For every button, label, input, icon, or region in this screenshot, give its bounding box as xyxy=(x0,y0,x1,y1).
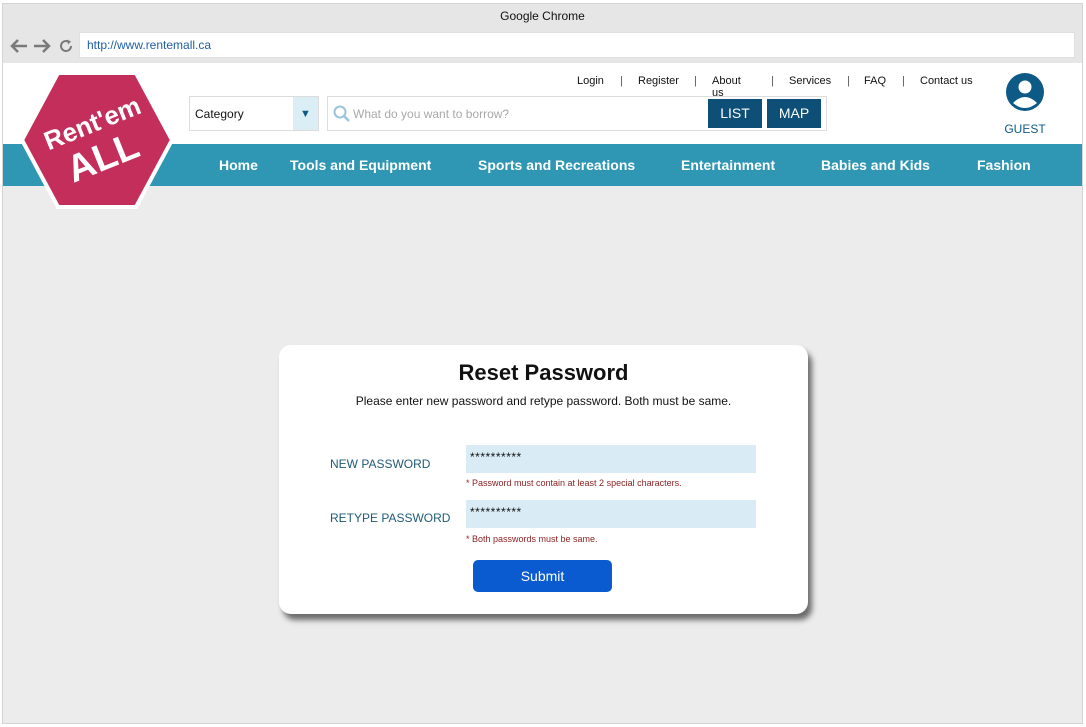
services-link[interactable]: Services xyxy=(789,75,831,87)
search-input[interactable]: What do you want to borrow? xyxy=(353,107,509,121)
search-icon xyxy=(333,105,350,122)
nav-tools-and-equipment[interactable]: Tools and Equipment xyxy=(290,144,431,186)
new-password-label: NEW PASSWORD xyxy=(330,457,431,471)
nav-home[interactable]: Home xyxy=(219,144,258,186)
forward-button[interactable] xyxy=(32,36,52,56)
user-avatar-icon xyxy=(1006,73,1044,111)
submit-button[interactable]: Submit xyxy=(473,560,612,592)
category-select[interactable]: Category ▼ xyxy=(189,96,319,131)
separator: | xyxy=(847,75,850,87)
guest-account[interactable]: GUEST xyxy=(1001,73,1049,136)
new-password-error: * Password must contain at least 2 speci… xyxy=(466,478,682,488)
register-link[interactable]: Register xyxy=(638,75,679,87)
faq-link[interactable]: FAQ xyxy=(864,75,886,87)
retype-password-field[interactable]: ********** xyxy=(466,500,756,528)
back-button[interactable] xyxy=(9,36,29,56)
reset-password-card: Reset Password Please enter new password… xyxy=(279,345,808,614)
nav-entertainment[interactable]: Entertainment xyxy=(681,144,775,186)
address-row: http://www.rentemall.ca xyxy=(3,31,1082,63)
separator: | xyxy=(902,75,905,87)
reload-icon xyxy=(60,39,73,52)
retype-password-error: * Both passwords must be same. xyxy=(466,534,598,544)
map-button[interactable]: MAP xyxy=(767,99,821,128)
window-title: Google Chrome xyxy=(3,4,1082,31)
dropdown-arrow-icon[interactable]: ▼ xyxy=(293,97,318,130)
category-label: Category xyxy=(195,107,244,121)
separator: | xyxy=(694,75,697,87)
nav-babies-and-kids[interactable]: Babies and Kids xyxy=(821,144,930,186)
page-title: Reset Password xyxy=(458,360,629,385)
form-instructions: Please enter new password and retype pas… xyxy=(355,394,732,408)
list-button[interactable]: LIST xyxy=(708,99,762,128)
separator: | xyxy=(771,75,774,87)
arrow-right-icon xyxy=(34,39,51,53)
nav-sports-and-recreations[interactable]: Sports and Recreations xyxy=(478,144,635,186)
retype-password-label: RETYPE PASSWORD xyxy=(330,511,451,525)
arrow-left-icon xyxy=(10,39,27,53)
login-link[interactable]: Login xyxy=(577,75,604,87)
url-bar[interactable]: http://www.rentemall.ca xyxy=(79,32,1075,58)
new-password-field[interactable]: ********** xyxy=(466,445,756,473)
rentemall-logo[interactable]: Rent'em ALL xyxy=(19,70,175,210)
separator: | xyxy=(620,75,623,87)
reload-button[interactable] xyxy=(56,36,76,56)
browser-window: Google Chrome http://www.rentemall.ca Lo… xyxy=(2,3,1083,724)
search-box[interactable]: What do you want to borrow? LIST MAP xyxy=(327,96,827,131)
nav-fashion[interactable]: Fashion xyxy=(977,144,1031,186)
contact-us-link[interactable]: Contact us xyxy=(920,75,973,87)
guest-label: GUEST xyxy=(1004,122,1046,136)
